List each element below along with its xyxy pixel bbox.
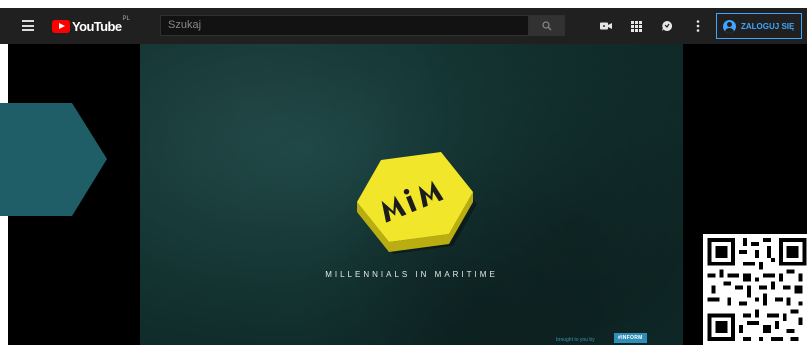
mim-hexagon-logo (357, 152, 477, 254)
sponsor-badge: #INFORM (614, 333, 647, 343)
apps-grid-icon[interactable] (628, 18, 644, 34)
youtube-header: YouTube PL Szukaj ZALOGUJ SIĘ (0, 8, 807, 44)
chat-icon[interactable] (659, 18, 675, 34)
search-input[interactable]: Szukaj (160, 15, 529, 36)
more-vert-icon[interactable] (690, 18, 706, 34)
logo-country-code: PL (122, 16, 130, 22)
account-icon (723, 19, 736, 33)
video-camera-icon[interactable] (598, 18, 614, 34)
screen: YouTube PL Szukaj ZALOGUJ SIĘ MILLENNIAL… (0, 0, 807, 345)
video-frame[interactable]: MILLENNIALS IN MARITIME brought to you b… (140, 44, 683, 345)
youtube-logo[interactable]: YouTube PL (52, 16, 130, 34)
signin-button[interactable]: ZALOGUJ SIĘ (716, 13, 802, 39)
video-tagline: MILLENNIALS IN MARITIME (325, 270, 498, 279)
logo-text: YouTube (72, 18, 122, 34)
menu-icon[interactable] (22, 20, 34, 31)
search-icon (542, 20, 552, 30)
arrow-icon (0, 103, 107, 216)
youtube-play-icon (52, 19, 70, 33)
signin-label: ZALOGUJ SIĘ (741, 21, 795, 31)
search-button[interactable] (529, 15, 565, 36)
qr-code[interactable] (703, 234, 807, 345)
brought-by-text: brought to you by (556, 337, 595, 343)
